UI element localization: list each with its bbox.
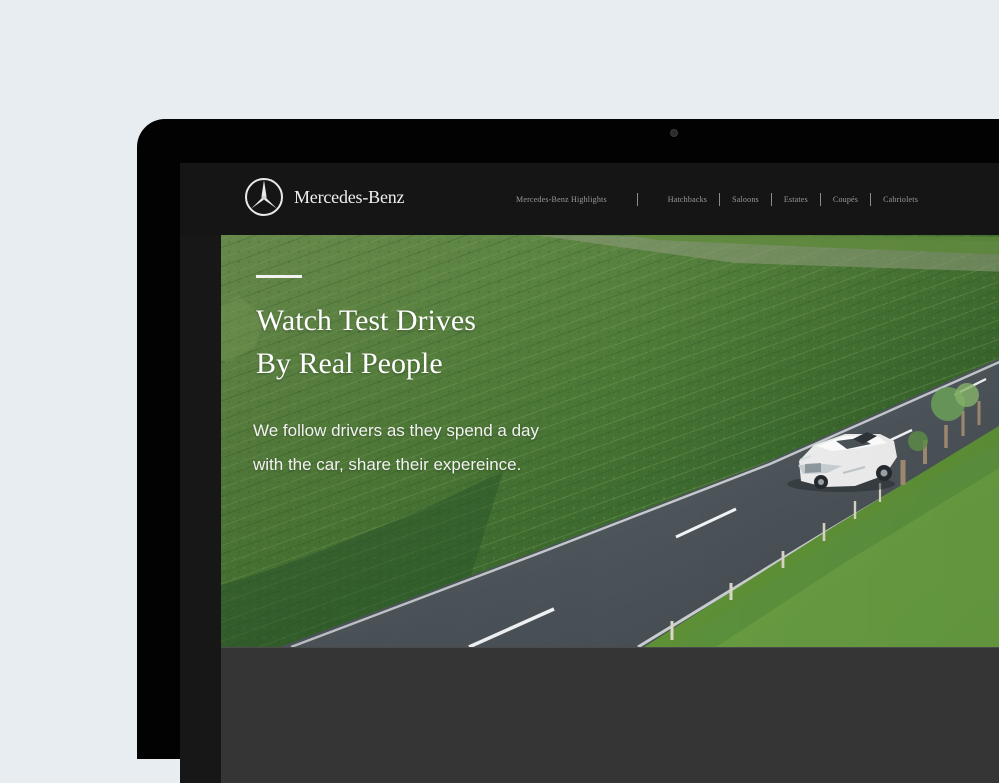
content-panel [221,647,999,783]
nav-saloons[interactable]: Saloons [732,195,759,204]
nav-divider [770,193,772,206]
nav-divider [870,193,872,206]
hero-description-line-1: We follow drivers as they spend a day [253,421,539,440]
camera-icon [670,129,678,137]
three-pointed-star-icon [245,178,283,216]
nav-cabriolets[interactable]: Cabriolets [883,195,918,204]
hero-banner: Watch Test Drives By Real People We foll… [221,235,999,647]
site-header: Mercedes-Benz Mercedes-Benz Highlights H… [180,163,999,235]
hero-title-rule [256,275,302,278]
hero-description-line-2: with the car, share their expereince. [253,455,522,474]
brand-logo-link[interactable]: Mercedes-Benz [244,176,405,218]
nav-hatchbacks[interactable]: Hatchbacks [668,195,707,204]
nav-divider [636,193,638,206]
nav-mercedes-benz-highlights[interactable]: Mercedes-Benz Highlights [516,195,607,204]
nav-coupes[interactable]: Coupés [833,195,858,204]
hero-title: Watch Test Drives By Real People [256,299,476,385]
brand-name: Mercedes-Benz [294,186,405,207]
device-frame: Mercedes-Benz Mercedes-Benz Highlights H… [137,119,999,783]
nav-estates[interactable]: Estates [784,195,808,204]
hero-title-line-1: Watch Test Drives [256,304,476,337]
website-screen: Mercedes-Benz Mercedes-Benz Highlights H… [180,163,999,783]
nav-divider [819,193,821,206]
nav-divider [719,193,721,206]
content-panel-divider [221,647,999,648]
hero-description: We follow drivers as they spend a day wi… [253,414,539,482]
hero-title-line-2: By Real People [256,347,443,380]
main-navigation: Mercedes-Benz Highlights Hatchbacks Salo… [516,193,918,206]
